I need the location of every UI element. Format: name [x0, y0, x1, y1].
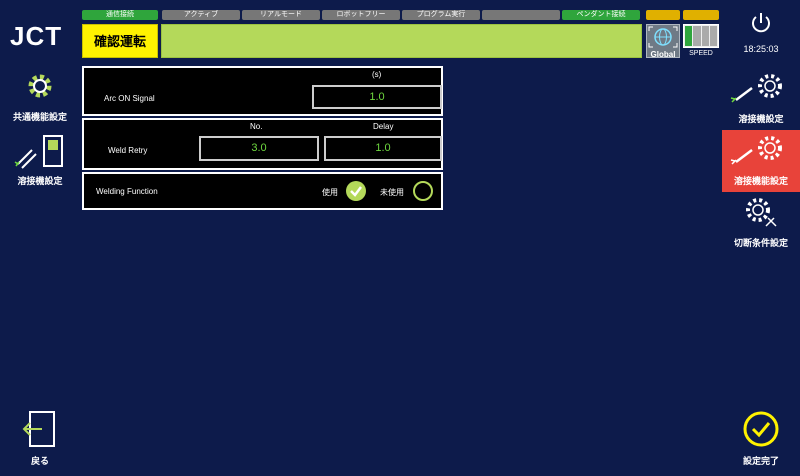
- status-tab-blank: [482, 10, 560, 20]
- globe-icon: [648, 26, 678, 48]
- nav-label-welder: 溶接機設定: [17, 176, 63, 186]
- global-label: Global: [650, 50, 676, 59]
- unuse-label: 未使用: [380, 188, 404, 197]
- clock: 18:25:03: [743, 44, 779, 54]
- weld-retry-no-input[interactable]: 3.0: [199, 136, 319, 161]
- speed-bar-2: [693, 26, 701, 46]
- done-label: 設定完了: [742, 456, 779, 466]
- status-tab-robot-free: ロボットフリー: [322, 10, 400, 20]
- arc-on-signal-label: Arc ON Signal: [104, 94, 155, 103]
- weld-retry-delay-input[interactable]: 1.0: [324, 136, 442, 161]
- use-label: 使用: [322, 188, 338, 197]
- weld-retry-delay-header: Delay: [373, 122, 394, 131]
- welder-icon: [14, 135, 63, 169]
- status-tab-real-mode: リアルモード: [242, 10, 320, 20]
- status-tab-connection: 通信接続: [82, 10, 158, 20]
- status-tab-program-run: プログラム実行: [402, 10, 480, 20]
- nav-label-welding-function: 溶接機能設定: [733, 176, 788, 186]
- done-icon[interactable]: [742, 410, 780, 448]
- cutting-gear-icon: [746, 198, 777, 227]
- speed-bar-4: [709, 26, 717, 46]
- speed-label: SPEED: [689, 50, 713, 57]
- weld-retry-no-header: No.: [250, 122, 263, 131]
- back-label: 戻る: [30, 456, 49, 466]
- nav-cutting-conditions[interactable]: 切断条件設定: [722, 196, 800, 256]
- nav-label-common: 共通機能設定: [12, 112, 67, 122]
- welding-gear-icon: [730, 74, 782, 103]
- welding-function-label: Welding Function: [96, 187, 158, 196]
- unuse-radio[interactable]: [413, 181, 433, 201]
- status-tab-pendant: ペンダント接続: [562, 10, 640, 20]
- arc-on-signal-row: Arc ON Signal (s) 1.0: [82, 66, 443, 116]
- speed-bar-1: [685, 26, 693, 46]
- weld-retry-label: Weld Retry: [108, 146, 148, 155]
- arc-on-signal-input[interactable]: 1.0: [312, 85, 442, 109]
- status-indicator-2: [683, 10, 719, 20]
- arc-on-signal-unit: (s): [372, 70, 382, 79]
- status-indicator-1: [646, 10, 680, 20]
- gear-icon: [28, 74, 52, 98]
- use-radio[interactable]: [346, 181, 366, 201]
- message-bar: [161, 24, 642, 58]
- nav-common-settings[interactable]: 共通機能設定: [0, 68, 80, 126]
- back-icon[interactable]: [22, 410, 58, 450]
- nav-label-welder-setup: 溶接機設定: [738, 114, 784, 124]
- welding-function-icon: [730, 136, 782, 165]
- nav-welding-function[interactable]: 溶接機能設定: [722, 130, 800, 192]
- speed-bar-3: [701, 26, 709, 46]
- mode-label: 確認運転: [82, 24, 158, 58]
- logo-text: JCT: [10, 21, 62, 50]
- jct-logo: JCT: [10, 21, 62, 50]
- power-icon[interactable]: [750, 12, 772, 34]
- nav-label-cutting: 切断条件設定: [733, 238, 788, 248]
- speed-meter[interactable]: [683, 24, 719, 48]
- nav-welder-settings[interactable]: 溶接機設定: [0, 132, 80, 190]
- nav-welder-setup[interactable]: 溶接機設定: [722, 68, 800, 128]
- check-icon: [350, 186, 362, 197]
- weld-retry-row: Weld Retry No. Delay 3.0 1.0: [82, 118, 443, 170]
- welding-function-row: Welding Function 使用 未使用: [82, 172, 443, 210]
- status-tab-active: アクティブ: [162, 10, 240, 20]
